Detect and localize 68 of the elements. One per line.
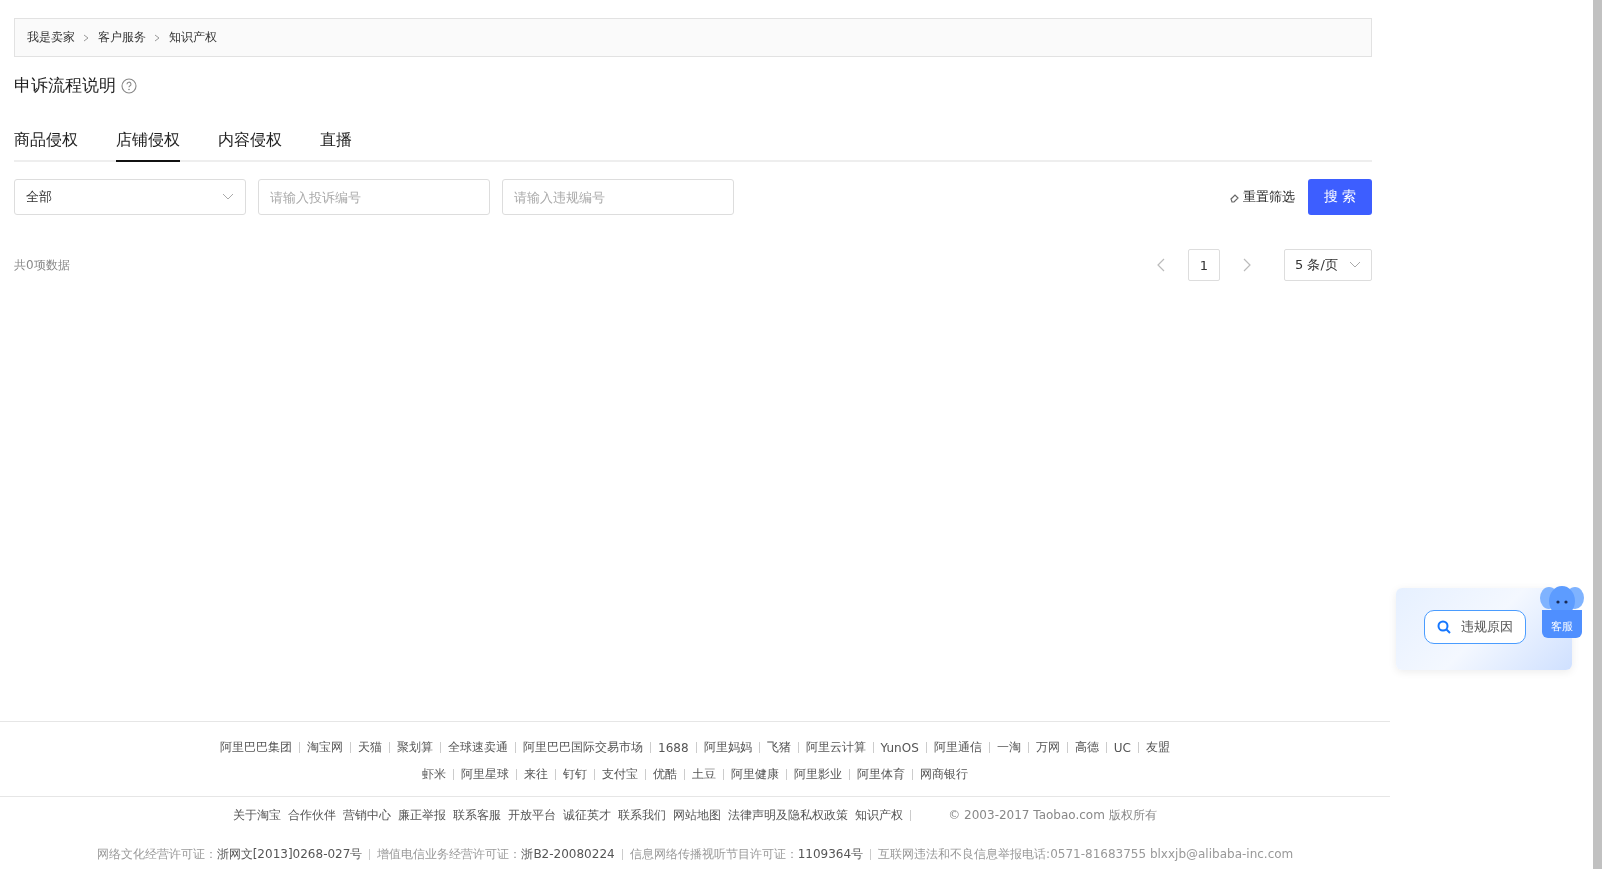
scrollbar[interactable] — [1593, 0, 1602, 869]
total-count: 共0项数据 — [14, 256, 70, 274]
footer-link[interactable]: 一淘 — [996, 739, 1021, 756]
page-button[interactable]: 1 — [1188, 249, 1220, 281]
footer-link[interactable]: 万网 — [1035, 739, 1060, 756]
reset-link[interactable]: 重置筛选 — [1229, 188, 1295, 206]
footer-link[interactable]: 营销中心 — [343, 806, 392, 824]
tab[interactable]: 商品侵权 — [14, 127, 78, 162]
footer-link[interactable]: 开放平台 — [508, 806, 557, 824]
license-text: 网络文化经营许可证：浙网文[2013]0268-027号 — [96, 845, 363, 863]
page-title: 申诉流程说明 — [14, 74, 116, 97]
footer-link[interactable]: 关于淘宝 — [233, 806, 282, 824]
tab[interactable]: 直播 — [320, 127, 352, 162]
footer-link[interactable]: 阿里星球 — [461, 766, 509, 783]
help-icon[interactable] — [121, 77, 137, 94]
footer-link[interactable]: 合作伙伴 — [288, 806, 337, 824]
footer-link[interactable]: 网站地图 — [673, 806, 722, 824]
footer-link[interactable]: 廉正举报 — [398, 806, 447, 824]
tab[interactable]: 内容侵权 — [218, 127, 282, 162]
license-text: 增值电信业务经营许可证：浙B2-20080224 — [377, 845, 615, 863]
footer-link[interactable]: 天猫 — [358, 739, 382, 756]
footer-link[interactable]: 友盟 — [1145, 739, 1170, 756]
footer-link[interactable]: 土豆 — [692, 766, 716, 783]
footer-link[interactable]: 阿里巴巴国际交易市场 — [523, 739, 643, 756]
tab[interactable]: 店铺侵权 — [116, 127, 180, 162]
search-chip[interactable]: 违规原因 — [1424, 610, 1526, 644]
search-button[interactable]: 搜 索 — [1308, 179, 1372, 215]
footer-link[interactable]: 联系客服 — [453, 806, 502, 824]
footer-link[interactable]: 高德 — [1074, 739, 1099, 756]
footer-link[interactable]: 阿里影业 — [794, 766, 842, 783]
breadcrumb-link[interactable]: 客户服务 — [98, 29, 146, 46]
license-text: 互联网违法和不良信息举报电话:0571-81683755 blxxjb@alibaba-inc.com — [878, 845, 1294, 863]
footer-link[interactable]: 知识产权 — [855, 806, 904, 824]
footer-link[interactable]: 联系我们 — [618, 806, 667, 824]
footer-link[interactable]: 阿里健康 — [731, 766, 779, 783]
breadcrumb-link[interactable]: 我是卖家 — [27, 29, 75, 46]
footer-link[interactable]: YunOS — [880, 740, 919, 755]
prev-icon[interactable] — [1156, 258, 1166, 272]
copyright: © 2003-2017 Taobao.com 版权所有 — [948, 806, 1157, 824]
input-field[interactable]: 请输入违规编号 — [502, 179, 734, 215]
footer-link[interactable]: 阿里体育 — [857, 766, 905, 783]
footer-link[interactable]: 聚划算 — [397, 739, 433, 756]
breadcrumb-link[interactable]: 知识产权 — [169, 29, 217, 46]
footer-link[interactable]: 支付宝 — [602, 766, 638, 783]
footer-link[interactable]: 优酷 — [653, 766, 677, 783]
footer-link[interactable]: 来往 — [524, 766, 548, 783]
footer-link[interactable]: 全球速卖通 — [448, 739, 508, 756]
next-icon[interactable] — [1242, 258, 1252, 272]
footer-link[interactable]: 淘宝网 — [307, 739, 343, 756]
input-field[interactable]: 请输入投诉编号 — [258, 179, 490, 215]
footer-link[interactable]: 网商银行 — [920, 766, 968, 783]
footer-link[interactable]: 阿里云计算 — [805, 739, 866, 756]
footer-link[interactable]: 阿里妈妈 — [703, 739, 752, 756]
type-select[interactable]: 全部 — [14, 179, 246, 215]
page-size-select[interactable]: 5 条/页 — [1284, 249, 1372, 281]
footer-link[interactable]: 钉钉 — [563, 766, 587, 783]
caret-icon — [222, 193, 234, 201]
footer-link[interactable]: 诚征英才 — [563, 806, 612, 824]
footer-link[interactable]: 法律声明及隐私权政策 — [728, 806, 849, 824]
search-icon — [1437, 620, 1451, 634]
caret-icon — [1349, 261, 1361, 269]
footer-link[interactable]: 阿里巴巴集团 — [220, 739, 292, 756]
footer-link[interactable]: 阿里通信 — [933, 739, 982, 756]
footer-link[interactable]: UC — [1113, 740, 1131, 755]
license-text: 信息网络传播视听节目许可证：1109364号 — [629, 845, 864, 863]
footer-link[interactable]: 虾米 — [422, 766, 446, 783]
footer-link[interactable]: 1688 — [658, 740, 689, 755]
footer-link[interactable]: 飞猪 — [766, 739, 791, 756]
